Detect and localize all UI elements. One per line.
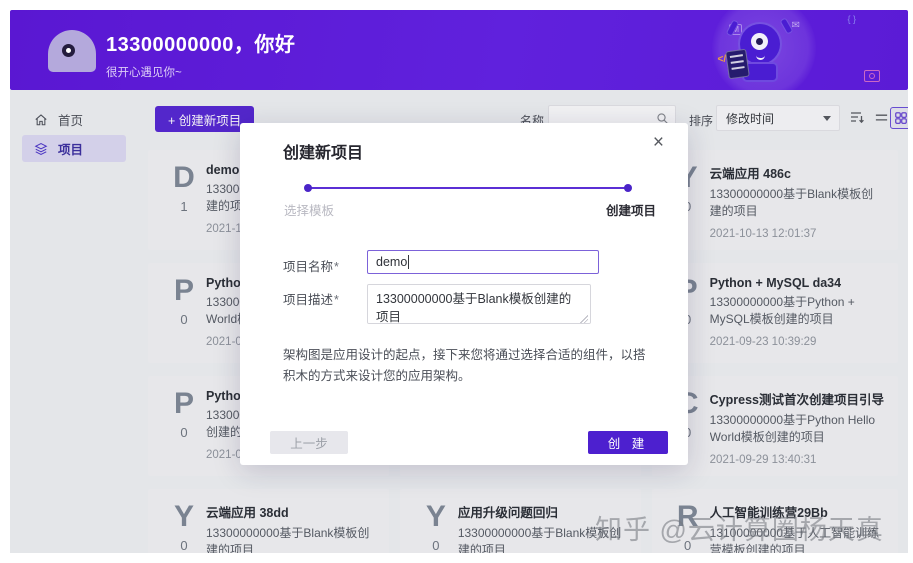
text-caret: [408, 255, 410, 269]
braces-badge-icon: { }: [847, 14, 856, 24]
avatar-eye-icon: [62, 44, 75, 57]
robot-mouth: [756, 53, 765, 60]
project-name-value: demo: [376, 255, 408, 269]
previous-step-button[interactable]: 上一步: [270, 431, 348, 454]
required-mark: *: [334, 260, 339, 274]
mail-badge-icon: ✉: [791, 20, 800, 31]
stepper-dot-create: [624, 184, 632, 192]
project-desc-label: 项目描述*: [283, 293, 339, 307]
resize-grip-icon[interactable]: [580, 315, 588, 323]
step-label-create-project: 创建项目: [606, 204, 657, 218]
project-name-label: 项目名称*: [283, 260, 339, 274]
close-icon[interactable]: ×: [653, 133, 664, 152]
project-name-input[interactable]: demo: [367, 250, 599, 274]
modal-title: 创建新项目: [283, 145, 364, 162]
required-mark: *: [334, 293, 339, 307]
camera-badge-icon: [864, 70, 880, 82]
greeting-text: 13300000000，你好: [106, 34, 296, 56]
greeting-subtitle: 很开心遇见你~: [106, 67, 182, 79]
create-project-modal: 创建新项目 × 选择模板 创建项目 项目名称* demo 项目描述* 13300…: [240, 123, 688, 465]
create-submit-button[interactable]: 创 建: [588, 431, 668, 454]
step-label-choose-template: 选择模板: [284, 204, 335, 218]
content-area: 首页 项目 + 创建新项目 名称 排序 修改时间 D 1 demo 133000…: [10, 90, 908, 553]
watermark-text: 知乎 @云计算圈杨天真: [595, 515, 884, 545]
stepper-dot-templates: [304, 184, 312, 192]
header-banner: 13300000000，你好 很开心遇见你~ M ✉ { } </>: [10, 10, 908, 90]
architecture-note: 架构图是应用设计的起点，接下来您将通过选择合适的组件，以搭积木的方式来设计您的应…: [283, 348, 646, 383]
project-desc-textarea[interactable]: 13300000000基于Blank模板创建的项目: [367, 284, 591, 324]
greeting-block: 13300000000，你好 很开心遇见你~: [106, 28, 295, 80]
robot-tablet: [725, 48, 750, 80]
stepper-line: [308, 187, 628, 189]
robot-eye: [751, 33, 768, 50]
app-window: 13300000000，你好 很开心遇见你~ M ✉ { } </>: [10, 10, 908, 553]
user-avatar[interactable]: [48, 30, 96, 72]
robot-mascot-illustration: M ✉ { } </>: [628, 10, 908, 90]
